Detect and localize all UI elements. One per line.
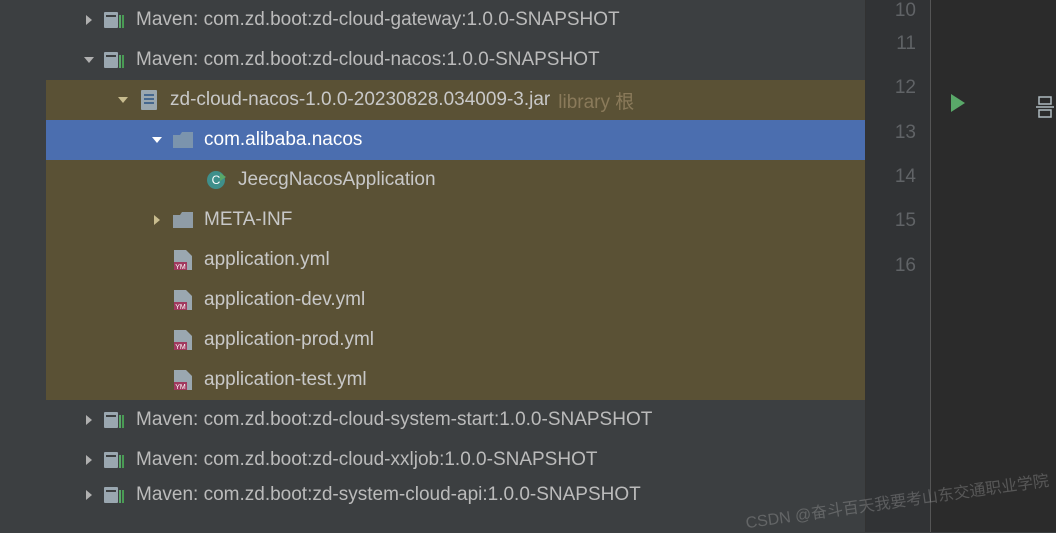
class-runnable-icon: C	[206, 169, 228, 191]
tree-row[interactable]: Maven: com.zd.boot:zd-system-cloud-api:1…	[46, 480, 865, 510]
library-icon	[104, 484, 126, 506]
tree-item-hint: library 根	[558, 87, 634, 114]
line-number: 16	[866, 243, 930, 287]
yaml-file-icon: YM	[172, 329, 194, 351]
tree-row[interactable]: YM application-prod.yml	[46, 320, 865, 360]
tree-item-label: zd-cloud-nacos-1.0.0-20230828.034009-3.j…	[170, 89, 550, 111]
yaml-file-icon: YM	[172, 249, 194, 271]
tree-item-label: Maven: com.zd.boot:zd-system-cloud-api:1…	[136, 484, 641, 506]
jar-icon	[138, 89, 160, 111]
line-number: 10	[866, 0, 930, 22]
chevron-down-icon[interactable]	[148, 131, 166, 149]
chevron-right-icon[interactable]	[80, 451, 98, 469]
chevron-right-icon[interactable]	[80, 411, 98, 429]
tree-row[interactable]: C JeecgNacosApplication	[46, 160, 865, 200]
svg-text:YM: YM	[175, 384, 186, 390]
tree-item-label: Maven: com.zd.boot:zd-cloud-system-start…	[136, 409, 652, 431]
svg-text:C: C	[212, 173, 221, 187]
line-number: 12	[866, 66, 930, 110]
library-icon	[104, 409, 126, 431]
folder-icon	[172, 209, 194, 231]
tree-row[interactable]: Maven: com.zd.boot:zd-cloud-xxljob:1.0.0…	[46, 440, 865, 480]
chevron-right-icon[interactable]	[80, 11, 98, 29]
tree-row[interactable]: Maven: com.zd.boot:zd-cloud-nacos:1.0.0-…	[46, 40, 865, 80]
yaml-file-icon: YM	[172, 369, 194, 391]
tree-item-label: application-test.yml	[204, 369, 367, 391]
package-icon	[172, 129, 194, 151]
tree-item-label: application-prod.yml	[204, 329, 374, 351]
tree-row[interactable]: zd-cloud-nacos-1.0.0-20230828.034009-3.j…	[46, 80, 865, 120]
editor-area[interactable]	[931, 0, 1056, 532]
svg-text:YM: YM	[175, 304, 186, 310]
tree-row[interactable]: YM application.yml	[46, 240, 865, 280]
tree-item-label: application.yml	[204, 249, 330, 271]
line-number: 11	[866, 22, 930, 66]
tree-item-label: com.alibaba.nacos	[204, 129, 362, 151]
library-icon	[104, 49, 126, 71]
line-number: 13	[866, 111, 930, 155]
chevron-down-icon[interactable]	[80, 51, 98, 69]
tree-item-label: Maven: com.zd.boot:zd-cloud-gateway:1.0.…	[136, 9, 620, 31]
yaml-file-icon: YM	[172, 289, 194, 311]
tree-row[interactable]: Maven: com.zd.boot:zd-cloud-gateway:1.0.…	[46, 0, 865, 40]
tree-area: Maven: com.zd.boot:zd-boot-starter-lock:…	[46, 0, 865, 532]
tree-row[interactable]: YM application-test.yml	[46, 360, 865, 400]
tree-row[interactable]: Maven: com.zd.boot:zd-cloud-system-start…	[46, 400, 865, 440]
tree-row-selected[interactable]: com.alibaba.nacos	[46, 120, 865, 160]
library-icon	[104, 0, 126, 1]
chevron-right-icon[interactable]	[80, 486, 98, 504]
tree-item-label: Maven: com.zd.boot:zd-cloud-nacos:1.0.0-…	[136, 49, 600, 71]
svg-text:YM: YM	[175, 264, 186, 270]
line-number: 14	[866, 155, 930, 199]
tree-item-label: META-INF	[204, 209, 292, 231]
tree-row[interactable]: YM application-dev.yml	[46, 280, 865, 320]
line-number: 15	[866, 199, 930, 243]
chevron-right-icon[interactable]	[148, 211, 166, 229]
svg-text:YM: YM	[175, 344, 186, 350]
chevron-down-icon[interactable]	[114, 91, 132, 109]
project-tree-panel: Maven: com.zd.boot:zd-boot-starter-lock:…	[0, 0, 866, 532]
tree-item-label: Maven: com.zd.boot:zd-cloud-xxljob:1.0.0…	[136, 449, 597, 471]
library-icon	[104, 449, 126, 471]
structure-hint-icon[interactable]	[1036, 96, 1054, 118]
tree-item-label: application-dev.yml	[204, 289, 365, 311]
tree-item-label: JeecgNacosApplication	[238, 169, 436, 191]
tree-row[interactable]: META-INF	[46, 200, 865, 240]
run-gutter-icon[interactable]	[949, 94, 967, 112]
editor-gutter: 10 11 12 13 14 15 16	[866, 0, 931, 532]
library-icon	[104, 9, 126, 31]
tree-item-label: Maven: com.zd.boot:zd-boot-starter-lock:…	[136, 0, 634, 1]
